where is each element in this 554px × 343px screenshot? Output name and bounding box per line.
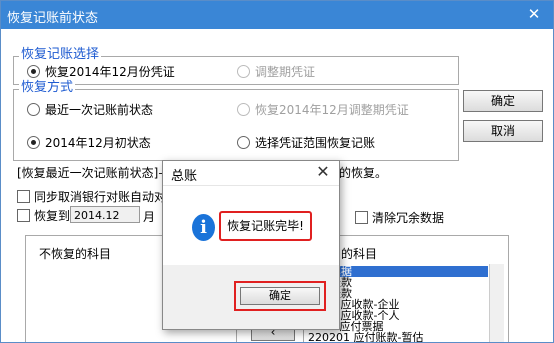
radio-dot-icon	[27, 103, 40, 116]
radio-restore-dec-vouchers[interactable]: 恢复2014年12月份凭证	[27, 64, 175, 80]
radio-last-posting-state[interactable]: 最近一次记账前状态	[27, 102, 153, 118]
radio-month-start-state[interactable]: 2014年12月初状态	[27, 135, 151, 151]
title-bar: 恢复记账前状态 ✕	[1, 1, 553, 29]
radio-label: 恢复2014年12月份凭证	[45, 65, 175, 79]
radio-dot-icon	[27, 65, 40, 78]
cancel-button[interactable]: 取消	[463, 120, 543, 142]
radio-adjustment-vouchers[interactable]: 调整期凭证	[237, 64, 315, 80]
list-item[interactable]: 220201 应付账款-暂估	[306, 332, 488, 342]
radio-dot-icon	[237, 136, 250, 149]
restore-to-date-value: 2014.12	[70, 206, 140, 223]
dialog-title: 总账	[171, 169, 198, 184]
radio-restore-adjustment-vouchers[interactable]: 恢复2014年12月调整期凭证	[237, 102, 409, 118]
checkbox-icon	[17, 209, 30, 222]
radio-dot-icon	[27, 136, 40, 149]
close-icon[interactable]: ✕	[523, 4, 545, 24]
group-method-legend: 恢复方式	[19, 80, 76, 95]
clear-redundant-label: 清除冗余数据	[372, 211, 445, 225]
group-select-legend: 恢复记账选择	[19, 47, 102, 62]
radio-label: 调整期凭证	[255, 65, 316, 79]
restore-to-checkbox[interactable]: 恢复到	[17, 208, 70, 224]
radio-dot-icon	[237, 103, 250, 116]
radio-label: 恢复2014年12月调整期凭证	[255, 103, 409, 117]
radio-label: 选择凭证范围恢复记账	[255, 136, 376, 150]
dialog-close-icon[interactable]: ✕	[313, 162, 333, 182]
ok-button[interactable]: 确定	[463, 90, 543, 112]
non-restore-accounts-header: 不恢复的科目	[39, 247, 112, 261]
list-scrollbar[interactable]	[489, 264, 504, 342]
checkbox-icon	[355, 211, 368, 224]
message-dialog: 总账 ✕ i 恢复记账完毕! 确定	[162, 160, 340, 330]
info-line: [恢复最近一次记账前状态]—	[17, 164, 170, 181]
radio-label: 最近一次记账前状态	[45, 103, 154, 117]
checkbox-icon	[17, 190, 30, 203]
sync-cancel-checkbox[interactable]: 同步取消银行对账自动对	[17, 189, 166, 205]
restore-accounts-header: 的科目	[341, 247, 378, 261]
radio-label: 2014年12月初状态	[45, 136, 151, 150]
dialog-ok-highlight: 确定	[234, 281, 326, 311]
restore-to-date-field[interactable]: 2014.12	[70, 206, 140, 223]
sync-cancel-label: 同步取消银行对账自动对	[34, 190, 167, 204]
info-text-right: 的恢复。	[339, 166, 388, 180]
month-suffix: 月	[143, 210, 156, 224]
dialog-ok-button[interactable]: 确定	[240, 287, 320, 305]
info-icon: i	[192, 214, 215, 241]
clear-redundant-checkbox[interactable]: 清除冗余数据	[355, 210, 444, 226]
info-line-right: 的恢复。	[339, 164, 387, 181]
dialog-message: 恢复记账完毕!	[219, 211, 312, 241]
dialog-divider	[163, 185, 339, 186]
window-title: 恢复记账前状态	[7, 11, 99, 26]
info-text-left: [恢复最近一次记账前状态]—	[17, 166, 171, 180]
radio-dot-icon	[237, 65, 250, 78]
restore-to-label: 恢复到	[34, 209, 71, 223]
radio-voucher-range[interactable]: 选择凭证范围恢复记账	[237, 135, 375, 151]
